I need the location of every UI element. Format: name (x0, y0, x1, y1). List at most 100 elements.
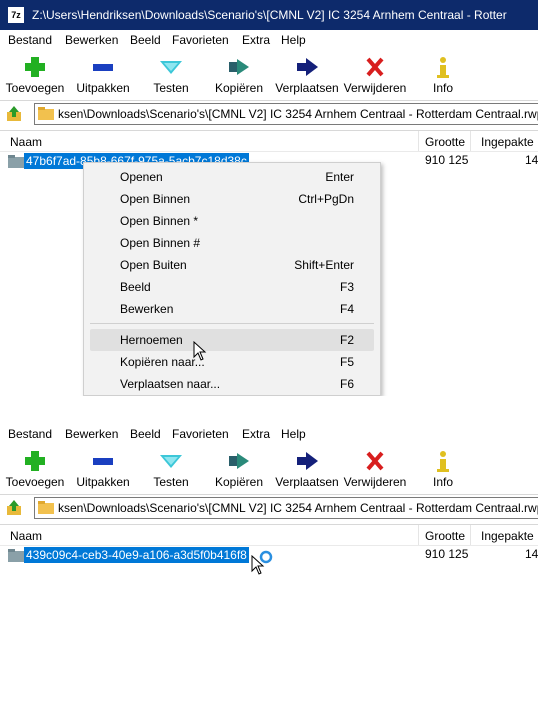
menu-item-shortcut: F2 (339, 333, 354, 347)
menu-beeld[interactable]: Beeld (130, 33, 161, 47)
file-name[interactable]: 439c09c4-ceb3-40e9-a106-a3d5f0b416f8 (24, 547, 249, 563)
menu-bar: Bestand Bewerken Beeld Favorieten Extra … (0, 424, 538, 444)
menu-bar: Bestand Bewerken Beeld Favorieten Extra … (0, 30, 538, 50)
menu-item-hernoemen[interactable]: Hernoemen F2 (90, 329, 374, 351)
path-field[interactable]: ksen\Downloads\Scenario's\[CMNL V2] IC 3… (34, 497, 538, 519)
menu-item-open-binnen[interactable]: Open Binnen Ctrl+PgDn (90, 188, 374, 210)
add-label: Toevoegen (5, 81, 65, 95)
menu-item-label: Verplaatsen naar... (120, 377, 221, 391)
menu-bewerken[interactable]: Bewerken (65, 427, 118, 441)
path-text: ksen\Downloads\Scenario's\[CMNL V2] IC 3… (58, 501, 538, 515)
info-label: Info (432, 81, 453, 95)
info-icon (437, 57, 449, 78)
copy-button[interactable]: Kopiëren (205, 52, 273, 100)
menu-item-shortcut: Shift+Enter (294, 258, 354, 272)
path-text: ksen\Downloads\Scenario's\[CMNL V2] IC 3… (58, 107, 538, 121)
delete-button[interactable]: Verwijderen (341, 52, 409, 100)
folder-up-icon[interactable] (5, 105, 23, 123)
menu-bestand[interactable]: Bestand (8, 33, 52, 47)
menu-item-open-binnen-hash[interactable]: Open Binnen # (90, 232, 374, 254)
menu-item-shortcut: F5 (339, 355, 354, 369)
menu-item-shortcut: Ctrl+PgDn (298, 192, 354, 206)
menu-item-label: Open Buiten (120, 258, 187, 272)
menu-item-kopieren-naar[interactable]: Kopiëren naar... F5 (90, 351, 374, 373)
menu-extra[interactable]: Extra (242, 427, 270, 441)
delete-button[interactable]: Verwijderen (341, 446, 409, 494)
copy-arrow-icon (229, 59, 249, 75)
column-separator[interactable] (470, 131, 471, 151)
file-size: 910 125 (425, 153, 469, 167)
test-label: Testen (153, 81, 189, 95)
folder-icon (38, 501, 54, 514)
column-size[interactable]: Grootte (425, 135, 465, 149)
add-label: Toevoegen (5, 475, 65, 489)
menu-extra[interactable]: Extra (242, 33, 270, 47)
menu-help[interactable]: Help (281, 33, 306, 47)
menu-item-verplaatsen-naar[interactable]: Verplaatsen naar... F6 (90, 373, 374, 395)
column-name[interactable]: Naam (10, 135, 42, 149)
move-label: Verplaatsen (275, 475, 339, 489)
folder-icon (38, 107, 54, 120)
folder-icon (8, 155, 24, 168)
plus-icon (25, 57, 45, 77)
copy-label: Kopiëren (214, 475, 264, 489)
menu-item-openen[interactable]: Openen Enter (90, 166, 374, 188)
move-button[interactable]: Verplaatsen (273, 52, 341, 100)
copy-button[interactable]: Kopiëren (205, 446, 273, 494)
move-button[interactable]: Verplaatsen (273, 446, 341, 494)
test-button[interactable]: Testen (137, 52, 205, 100)
minus-icon (93, 458, 113, 465)
menu-beeld[interactable]: Beeld (130, 427, 161, 441)
info-icon (437, 451, 449, 472)
menu-bewerken[interactable]: Bewerken (65, 33, 118, 47)
menu-item-open-binnen-star[interactable]: Open Binnen * (90, 210, 374, 232)
7zip-app-icon[interactable]: 7z (8, 7, 24, 23)
column-packed-size[interactable]: Ingepakte (481, 529, 534, 543)
menu-help[interactable]: Help (281, 427, 306, 441)
column-separator[interactable] (470, 525, 471, 545)
check-icon (160, 455, 182, 468)
column-separator[interactable] (418, 525, 419, 545)
delete-x-icon (366, 57, 384, 77)
info-button[interactable]: Info (409, 446, 477, 494)
extract-button[interactable]: Uitpakken (69, 52, 137, 100)
info-label: Info (432, 475, 453, 489)
column-name[interactable]: Naam (10, 529, 42, 543)
menu-item-label: Hernoemen (120, 333, 183, 347)
menu-item-bewerken[interactable]: Bewerken F4 (90, 298, 374, 320)
check-icon (160, 61, 182, 74)
column-separator[interactable] (418, 131, 419, 151)
menu-item-label: Open Binnen (120, 192, 191, 206)
column-size[interactable]: Grootte (425, 529, 465, 543)
add-button[interactable]: Toevoegen (1, 52, 69, 100)
menu-item-open-buiten[interactable]: Open Buiten Shift+Enter (90, 254, 374, 276)
menu-bestand[interactable]: Bestand (8, 427, 52, 441)
path-field[interactable]: ksen\Downloads\Scenario's\[CMNL V2] IC 3… (34, 103, 538, 125)
plus-icon (25, 451, 45, 471)
menu-item-label: Bewerken (120, 302, 174, 316)
menu-item-label: Open Binnen # (120, 236, 201, 250)
folder-up-icon[interactable] (5, 499, 23, 517)
column-header: Naam Grootte Ingepakte (0, 524, 538, 546)
context-menu: Openen Enter Open Binnen Ctrl+PgDn Open Bi… (83, 162, 381, 396)
toolbar: Toevoegen Uitpakken Testen Kopiëren Verp… (0, 446, 538, 494)
menu-item-label: Openen (120, 170, 163, 184)
file-packed-size: 14 (525, 153, 538, 167)
menu-separator (90, 323, 374, 324)
column-header: Naam Grootte Ingepakte (0, 130, 538, 152)
extract-button[interactable]: Uitpakken (69, 446, 137, 494)
column-packed-size[interactable]: Ingepakte (481, 135, 534, 149)
copy-arrow-icon (229, 453, 249, 469)
test-button[interactable]: Testen (137, 446, 205, 494)
window-titlebar[interactable]: 7z Z:\Users\Hendriksen\Downloads\Scenari… (0, 0, 538, 30)
delete-label: Verwijderen (343, 81, 407, 95)
window-title: Z:\Users\Hendriksen\Downloads\Scenario's… (32, 8, 507, 22)
info-button[interactable]: Info (409, 52, 477, 100)
menu-favorieten[interactable]: Favorieten (172, 33, 229, 47)
add-button[interactable]: Toevoegen (1, 446, 69, 494)
menu-item-shortcut: F6 (339, 377, 354, 391)
toolbar: Toevoegen Uitpakken Testen Kopiëren Verp… (0, 52, 538, 100)
busy-spinner-icon (259, 550, 273, 564)
menu-favorieten[interactable]: Favorieten (172, 427, 229, 441)
menu-item-beeld[interactable]: Beeld F3 (90, 276, 374, 298)
